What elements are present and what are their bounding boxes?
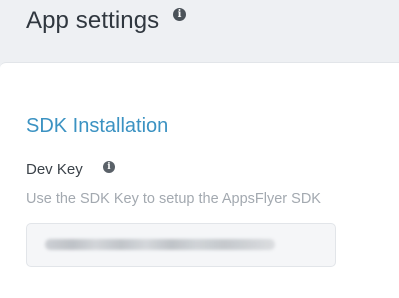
dev-key-blurred-value <box>45 239 275 250</box>
section-title-sdk-installation: SDK Installation <box>26 115 169 137</box>
dev-key-label: Dev Key <box>26 161 83 178</box>
info-icon[interactable]: i <box>103 161 115 173</box>
dev-key-field[interactable] <box>26 223 336 267</box>
info-icon[interactable]: i <box>173 8 186 21</box>
page-header: App settings i <box>0 0 399 62</box>
settings-card: SDK Installation Dev Key i Use the SDK K… <box>0 62 399 298</box>
dev-key-help-text: Use the SDK Key to setup the AppsFlyer S… <box>26 191 321 207</box>
page-title: App settings <box>26 7 160 34</box>
